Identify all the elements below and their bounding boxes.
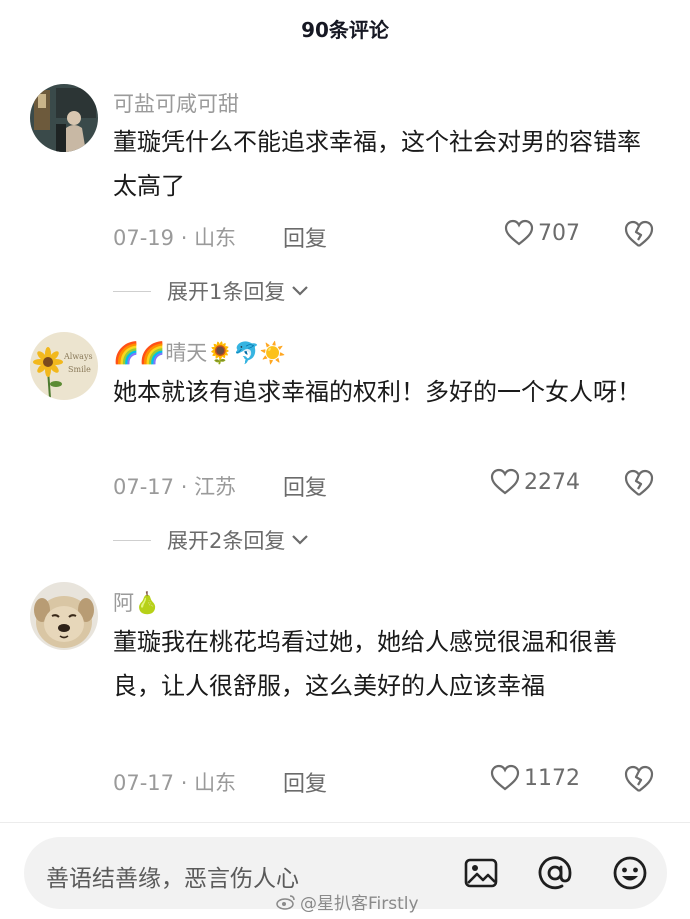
expand-replies-button[interactable]: 展开2条回复 [113,525,309,555]
bottom-divider [0,822,690,823]
like-count: 707 [538,220,580,246]
broken-heart-icon[interactable] [623,468,655,498]
expand-divider-line [113,539,151,541]
like-count: 1172 [524,765,580,791]
weibo-watermark: @星扒客Firstly [276,889,419,914]
comment-input-placeholder[interactable]: 善语结善缘，恶言伤人心 [46,859,299,893]
comment-username[interactable]: 可盐可咸可甜 [113,88,239,118]
expand-replies-button[interactable]: 展开1条回复 [113,276,309,306]
comment-username[interactable]: 阿🍐 [113,587,160,617]
person-photo-avatar-icon [30,84,98,152]
sunflower-avatar-icon: Always Smile [30,332,98,400]
comment-meta: 07-19 · 山东 [113,226,237,250]
avatar[interactable] [30,582,98,650]
reply-button[interactable]: 回复 [283,470,327,502]
svg-text:Always: Always [63,352,93,361]
comment-text: 董璇我在桃花坞看过她，她给人感觉很温和很善良，让人很舒服，这么美好的人应该幸福 [113,628,617,700]
comment-meta: 07-17 · 江苏 [113,475,237,499]
comment-count-title: 90条评论 [301,17,389,42]
broken-heart-icon[interactable] [623,764,655,794]
comment-date: 07-17 [113,771,175,795]
expand-replies-label: 展开2条回复 [167,529,286,553]
like-button[interactable]: 1172 [490,764,580,792]
comment-text: 她本就该有追求幸福的权利！多好的一个女人呀！ [113,378,641,406]
broken-heart-icon[interactable] [623,219,655,249]
at-icon[interactable] [536,854,574,892]
comment-text: 董璇凭什么不能追求幸福，这个社会对男的容错率太高了 [113,128,641,200]
chevron-down-icon [292,286,309,296]
weibo-logo-icon [276,894,295,910]
comment-location: 山东 [194,226,237,250]
comment-location: 山东 [194,771,237,795]
like-button[interactable]: 2274 [490,468,580,496]
emoji-icon[interactable] [611,854,649,892]
reply-button[interactable]: 回复 [283,766,327,798]
heart-icon [490,468,520,495]
comment-username[interactable]: 🌈🌈晴天🌻🐬☀️ [113,337,286,367]
reply-button[interactable]: 回复 [283,221,327,253]
image-icon[interactable] [462,854,500,892]
comment-location: 江苏 [194,475,237,499]
comments-header: 90条评论 [0,0,690,56]
like-count: 2274 [524,469,580,495]
comment-date: 07-17 [113,475,175,499]
avatar[interactable] [30,84,98,152]
heart-icon [490,764,520,791]
chevron-down-icon [292,535,309,545]
heart-icon [504,219,534,246]
comment-meta: 07-17 · 山东 [113,771,237,795]
watermark-text: @星扒客Firstly [300,894,419,914]
svg-text:Smile: Smile [68,365,91,374]
expand-divider-line [113,290,151,292]
like-button[interactable]: 707 [504,219,580,247]
expand-replies-label: 展开1条回复 [167,280,286,304]
comment-date: 07-19 [113,226,175,250]
avatar[interactable]: Always Smile [30,332,98,400]
dog-avatar-icon [30,582,98,650]
